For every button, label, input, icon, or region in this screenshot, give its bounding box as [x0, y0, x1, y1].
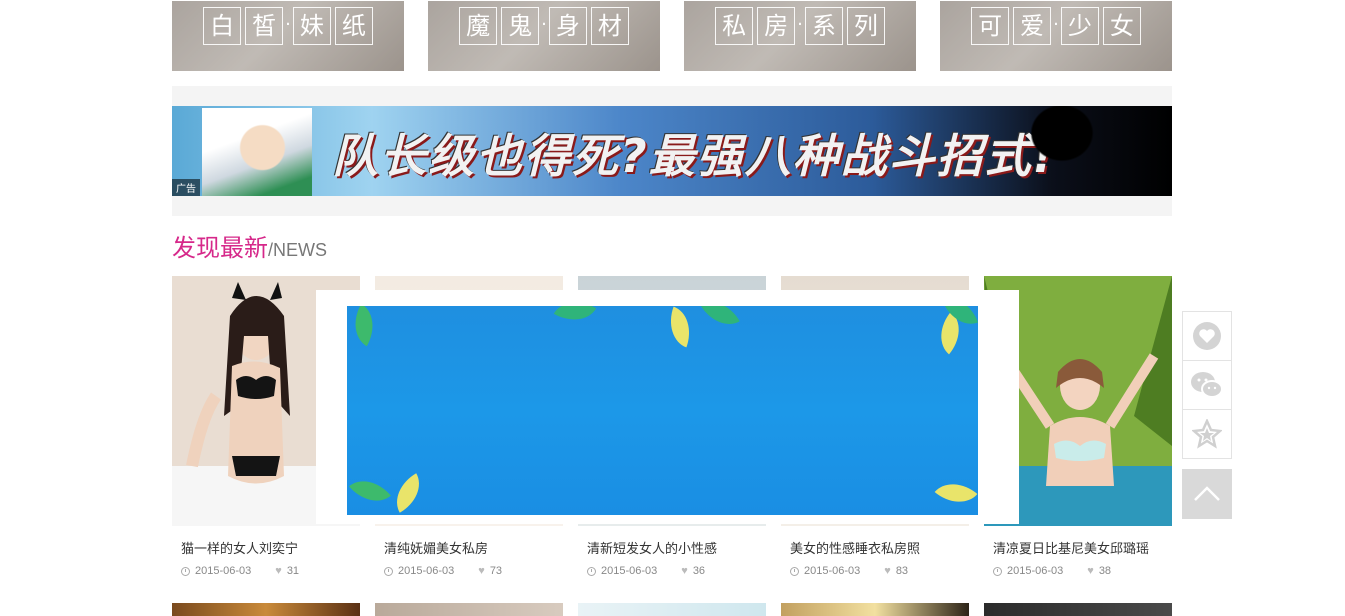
photo-thumbnail[interactable] [578, 603, 766, 616]
clock-icon [384, 566, 393, 576]
favorite-button[interactable] [1182, 311, 1232, 361]
photo-thumbnail[interactable] [781, 603, 969, 616]
ad-headline: 队长级也得死?最强八种战斗招式! [332, 129, 1056, 183]
clock-icon [993, 566, 1002, 576]
card-title[interactable]: 清凉夏日比基尼美女邱璐瑶 [993, 538, 1172, 557]
category-char: 少 [1060, 7, 1099, 45]
category-char: 鬼 [501, 7, 540, 45]
leaf-decoration [349, 469, 391, 513]
category-char: 皙 [245, 7, 284, 45]
heart-icon: ♥ [275, 564, 282, 577]
section-heading: 发现最新/NEWS [172, 228, 328, 262]
section-title: 发现最新 [172, 234, 268, 262]
card-meta: 2015-06-03 ♥ 83 [790, 563, 969, 579]
heart-icon: ♥ [681, 564, 688, 577]
heart-icon [1193, 322, 1221, 350]
leaf-decoration [386, 473, 430, 513]
category-char: 妹 [292, 7, 331, 45]
ad-banner[interactable]: 队长级也得死?最强八种战斗招式! 广告 [172, 106, 1172, 196]
card-title[interactable]: 猫一样的女人刘奕宁 [181, 538, 360, 557]
popup-ad-image[interactable] [347, 306, 978, 515]
card-date: 2015-06-03 [601, 565, 658, 577]
popup-ad[interactable] [316, 290, 1019, 524]
photo-thumbnail[interactable] [984, 603, 1172, 616]
section-subtitle: /NEWS [268, 240, 328, 260]
card-date: 2015-06-03 [195, 565, 252, 577]
category-char: 私 [715, 7, 754, 45]
category-char: 纸 [334, 7, 373, 45]
card-meta: 2015-06-03 ♥ 38 [993, 563, 1172, 579]
leaf-decoration [934, 472, 978, 514]
card-meta: 2015-06-03 ♥ 31 [181, 563, 360, 579]
card-likes: 31 [286, 565, 300, 577]
category-char: 可 [971, 7, 1010, 45]
card-date: 2015-06-03 [1007, 565, 1064, 577]
card-title[interactable]: 清纯妩媚美女私房 [384, 538, 563, 557]
card-date: 2015-06-03 [804, 565, 861, 577]
card-likes: 73 [489, 565, 503, 577]
clock-icon [790, 566, 799, 576]
wechat-button[interactable] [1182, 360, 1232, 410]
heart-icon: ♥ [884, 564, 891, 577]
heart-icon: ♥ [1087, 564, 1094, 577]
heart-icon: ♥ [478, 564, 485, 577]
photo-thumbnail[interactable] [172, 603, 360, 616]
back-to-top-icon [1194, 486, 1220, 501]
card-title[interactable]: 美女的性感睡衣私房照 [790, 538, 969, 557]
category-char: 材 [590, 7, 629, 45]
category-tiles: 白皙 · 妹纸 魔鬼 · 身材 私房 · 系列 可爱 · 少女 [172, 0, 1172, 71]
leaf-decoration [661, 306, 699, 348]
clock-icon [587, 566, 596, 576]
category-tile-4[interactable]: 可爱 · 少女 [940, 1, 1172, 71]
leaf-decoration [347, 306, 384, 347]
category-char: 身 [548, 7, 587, 45]
photo-thumbnail[interactable] [375, 603, 563, 616]
category-tile-3[interactable]: 私房 · 系列 [684, 1, 916, 71]
category-char: 房 [757, 7, 796, 45]
ad-banner-container: 队长级也得死?最强八种战斗招式! 广告 [172, 86, 1172, 216]
anime-character-image [202, 108, 312, 196]
clock-icon [181, 566, 190, 576]
back-to-top-button[interactable] [1182, 469, 1232, 519]
card-meta: 2015-06-03 ♥ 36 [587, 563, 766, 579]
bookmark-button[interactable] [1182, 409, 1232, 459]
star-icon [1192, 419, 1222, 449]
leaf-decoration [700, 306, 740, 335]
wechat-icon [1191, 372, 1223, 398]
card-likes: 36 [692, 565, 706, 577]
side-toolbar [1182, 311, 1232, 519]
card-meta: 2015-06-03 ♥ 73 [384, 563, 563, 579]
card-title[interactable]: 清新短发女人的小性感 [587, 538, 766, 557]
silhouette-image [992, 106, 1132, 196]
category-char: 列 [846, 7, 885, 45]
card-likes: 38 [1098, 565, 1112, 577]
category-tile-1[interactable]: 白皙 · 妹纸 [172, 1, 404, 71]
category-tile-2[interactable]: 魔鬼 · 身材 [428, 1, 660, 71]
card-likes: 83 [895, 565, 909, 577]
category-char: 系 [804, 7, 843, 45]
ad-tag: 广告 [172, 179, 200, 196]
category-char: 白 [203, 7, 242, 45]
leaf-decoration [553, 306, 597, 331]
card-date: 2015-06-03 [398, 565, 455, 577]
category-char: 女 [1102, 7, 1141, 45]
category-char: 魔 [459, 7, 498, 45]
category-char: 爱 [1013, 7, 1052, 45]
